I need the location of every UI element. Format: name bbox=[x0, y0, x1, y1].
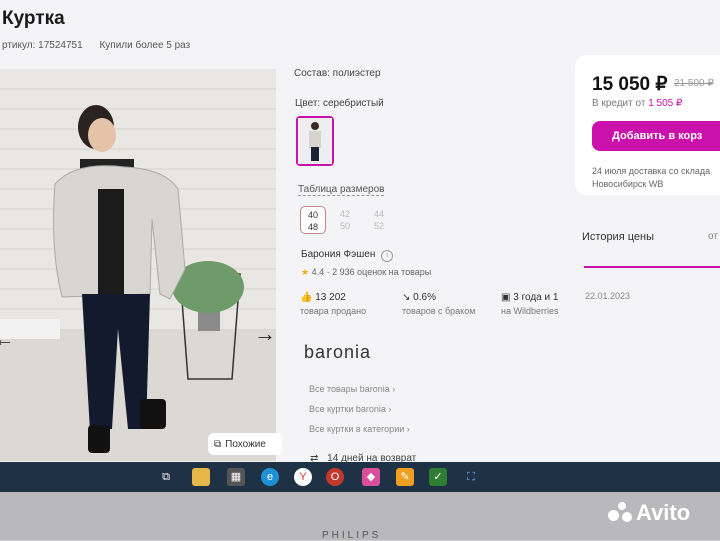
screenshot-icon[interactable]: ⛶ bbox=[462, 468, 480, 486]
size-top: 42 bbox=[339, 209, 350, 219]
monitor-brand: PHILIPS bbox=[322, 530, 382, 541]
price-history-date: 22.01.2023 bbox=[585, 291, 631, 301]
brand-link-jackets[interactable]: Все куртки baronia › bbox=[309, 404, 391, 414]
windows-taskbar: ⧉ ▦ e Y O ◆ ✎ ✓ ⛶ bbox=[0, 462, 720, 492]
size-bottom: 52 bbox=[373, 221, 384, 231]
credit-label: В кредит от bbox=[592, 98, 646, 109]
stat-value: 0.6% bbox=[413, 292, 436, 303]
price-history-title[interactable]: История цены bbox=[582, 231, 654, 243]
size-top: 44 bbox=[373, 209, 384, 219]
stat-defects: ↘ 0.6% товаров с браком bbox=[402, 292, 475, 316]
similar-button[interactable]: ⧉ Похожие bbox=[208, 433, 282, 455]
add-to-cart-button[interactable]: Добавить в корз bbox=[592, 121, 720, 151]
thumbnail-figure bbox=[298, 118, 332, 164]
delivery-warehouse: Новосибирск WB bbox=[592, 179, 664, 189]
yandex-browser-icon[interactable]: Y bbox=[294, 468, 312, 486]
brand-link-text: Все товары baronia bbox=[309, 384, 390, 394]
next-photo-icon[interactable]: → bbox=[254, 321, 276, 347]
credit-offer[interactable]: В кредит от 1 505 ₽ bbox=[592, 98, 682, 109]
info-icon[interactable]: i bbox=[381, 250, 394, 262]
browser-page: Куртка ртикул: 17524751 Купили более 5 р… bbox=[0, 0, 720, 462]
similar-label: Похожие bbox=[225, 438, 266, 450]
price-history-tab[interactable]: от bbox=[708, 231, 718, 242]
calculator-icon[interactable]: ▦ bbox=[227, 468, 245, 486]
thumbs-up-icon: 👍 bbox=[300, 292, 313, 303]
photo-illustration bbox=[0, 69, 276, 461]
product-title: Куртка bbox=[2, 8, 65, 29]
credit-value: 1 505 ₽ bbox=[648, 98, 683, 109]
star-icon: ★ bbox=[301, 267, 310, 277]
stat-value: 13 202 bbox=[315, 292, 346, 303]
brand-link-text: Все куртки в категории bbox=[309, 424, 405, 434]
size-bottom: 50 bbox=[339, 221, 350, 231]
seller-reviews: 2 936 оценок на товары bbox=[332, 267, 432, 277]
delivery-info: 24 июля доставка со склада Новосибирск W… bbox=[592, 165, 710, 191]
watermark-text: Avito bbox=[636, 500, 691, 525]
product-meta: ртикул: 17524751 Купили более 5 раз bbox=[2, 40, 204, 51]
opera-icon[interactable]: O bbox=[326, 468, 344, 486]
stat-label: товаров с браком bbox=[402, 306, 476, 316]
article-number: ртикул: 17524751 bbox=[2, 40, 83, 51]
product-photo[interactable]: ← → bbox=[0, 69, 276, 461]
edge-icon[interactable]: e bbox=[261, 468, 279, 486]
brand-link-text: Все куртки baronia bbox=[309, 404, 386, 414]
similar-icon: ⧉ bbox=[214, 438, 222, 450]
size-top: 40 bbox=[307, 210, 318, 220]
price-history-chart bbox=[584, 266, 720, 268]
avito-logo-icon bbox=[608, 502, 632, 524]
stat-label: товара продано bbox=[300, 306, 367, 316]
file-explorer-icon[interactable] bbox=[192, 468, 210, 486]
stat-years: ▣ 3 года и 1 на Wildberries bbox=[501, 292, 559, 316]
size-option-42[interactable]: 42 50 bbox=[332, 206, 358, 234]
prev-photo-icon[interactable]: ← bbox=[0, 329, 14, 352]
stat-value: 3 года и 1 bbox=[513, 292, 559, 303]
stat-sold: 👍 13 202 товара продано bbox=[300, 292, 366, 316]
return-text: 14 дней на возврат bbox=[327, 453, 417, 462]
seller-rating: 4.4 bbox=[311, 267, 325, 277]
size-table-link[interactable]: Таблица размеров bbox=[298, 184, 385, 196]
return-policy[interactable]: ⇄ 14 дней на возврат bbox=[310, 453, 416, 462]
bought-count: Купили более 5 раз bbox=[99, 40, 191, 51]
size-option-44[interactable]: 44 52 bbox=[366, 206, 392, 234]
calendar-icon: ▣ bbox=[501, 292, 511, 303]
task-view-icon[interactable]: ⧉ bbox=[157, 468, 175, 486]
security-shield-icon[interactable]: ✓ bbox=[429, 468, 447, 486]
return-icon: ⇄ bbox=[310, 453, 319, 462]
seller-name: Барония Фэшен bbox=[301, 249, 376, 260]
brand-link-all[interactable]: Все товары baronia › bbox=[309, 384, 395, 394]
trend-down-icon: ↘ bbox=[402, 292, 411, 303]
color-label: Цвет: серебристый bbox=[295, 98, 384, 109]
price-card: 15 050 ₽ 21 500 ₽ В кредит от 1 505 ₽ До… bbox=[575, 55, 720, 195]
brand-logo[interactable]: baronia bbox=[304, 342, 371, 363]
notes-icon[interactable]: ✎ bbox=[396, 468, 414, 486]
size-option-40[interactable]: 40 48 bbox=[300, 206, 326, 234]
brand-link-category[interactable]: Все куртки в категории › bbox=[309, 424, 410, 434]
avito-watermark: Avito bbox=[608, 500, 690, 526]
seller-name-row[interactable]: Барония Фэшен i bbox=[301, 249, 394, 262]
size-bottom: 48 bbox=[307, 222, 318, 232]
delivery-date: 24 июля доставка со склада bbox=[592, 166, 711, 176]
current-price: 15 050 ₽ bbox=[592, 74, 668, 95]
seller-rating-row: ★ 4.4 · 2 936 оценок на товары bbox=[301, 267, 432, 277]
composition: Состав: полиэстер bbox=[294, 68, 381, 79]
app-icon[interactable]: ◆ bbox=[362, 468, 380, 486]
color-thumbnail[interactable] bbox=[296, 116, 334, 166]
old-price: 21 500 ₽ bbox=[674, 78, 714, 89]
stat-label: на Wildberries bbox=[501, 306, 559, 316]
